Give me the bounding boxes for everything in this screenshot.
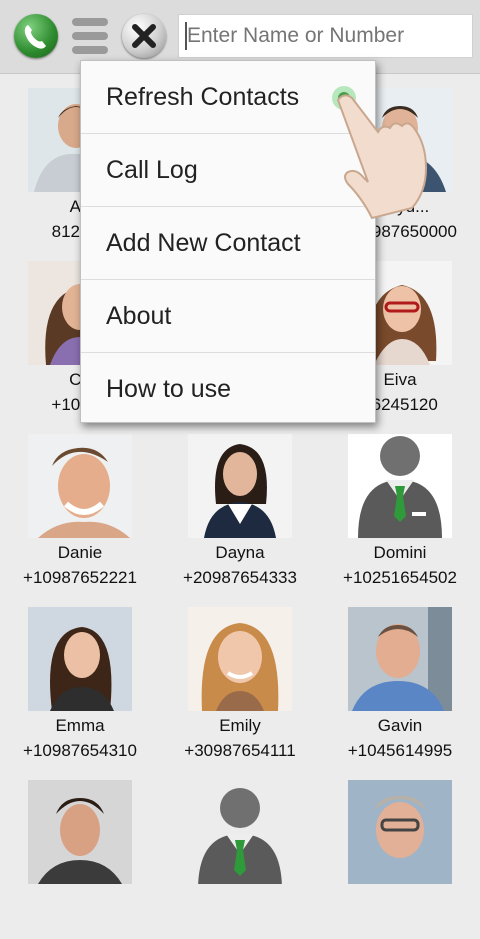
menu-item-about[interactable]: About: [81, 280, 375, 353]
menu-item-how-to-use[interactable]: How to use: [81, 353, 375, 426]
menu-item-label: About: [106, 302, 172, 330]
contact-number: +10251654502: [343, 568, 457, 587]
contact-card[interactable]: Domini +10251654502: [320, 420, 480, 593]
search-input[interactable]: [178, 14, 473, 58]
tap-hand-icon: [328, 78, 448, 228]
contact-photo: [188, 607, 292, 711]
contact-card[interactable]: Gavin +1045614995: [320, 593, 480, 766]
contact-name: Emma: [55, 716, 105, 735]
contact-number: +10987652221: [23, 568, 137, 587]
contact-photo: [28, 780, 132, 884]
default-avatar-icon: [188, 780, 292, 884]
contact-name: Dayna: [215, 543, 265, 562]
contact-card[interactable]: Danie +10987652221: [0, 420, 160, 593]
default-avatar-icon: [348, 434, 452, 538]
contact-name: Emily: [219, 716, 261, 735]
contact-name: Domini: [373, 543, 427, 562]
contact-photo: [348, 780, 452, 884]
contact-number: +10987654310: [23, 741, 137, 760]
phone-icon[interactable]: [14, 14, 58, 58]
contact-name: Danie: [57, 543, 103, 562]
contact-photo: [348, 607, 452, 711]
menu-item-label: Refresh Contacts: [106, 83, 300, 111]
contact-card[interactable]: Emma +10987654310: [0, 593, 160, 766]
contact-name: Gavin: [377, 716, 423, 735]
contact-card[interactable]: Emily +30987654111: [160, 593, 320, 766]
contact-photo: [28, 607, 132, 711]
contact-photo: [188, 434, 292, 538]
contact-number: +1045614995: [347, 741, 453, 760]
menu-icon[interactable]: [68, 14, 112, 58]
contact-number: +20987654333: [183, 568, 297, 587]
contact-card[interactable]: [160, 766, 320, 939]
contact-card[interactable]: Dayna +20987654333: [160, 420, 320, 593]
contact-card[interactable]: [320, 766, 480, 939]
menu-item-label: How to use: [106, 375, 232, 403]
menu-item-label: Call Log: [106, 156, 198, 184]
contact-card[interactable]: [0, 766, 160, 939]
close-icon[interactable]: [122, 14, 166, 58]
text-caret: [185, 22, 187, 50]
contact-number: +30987654111: [184, 741, 296, 760]
contact-photo: [28, 434, 132, 538]
menu-item-label: Add New Contact: [106, 229, 301, 257]
